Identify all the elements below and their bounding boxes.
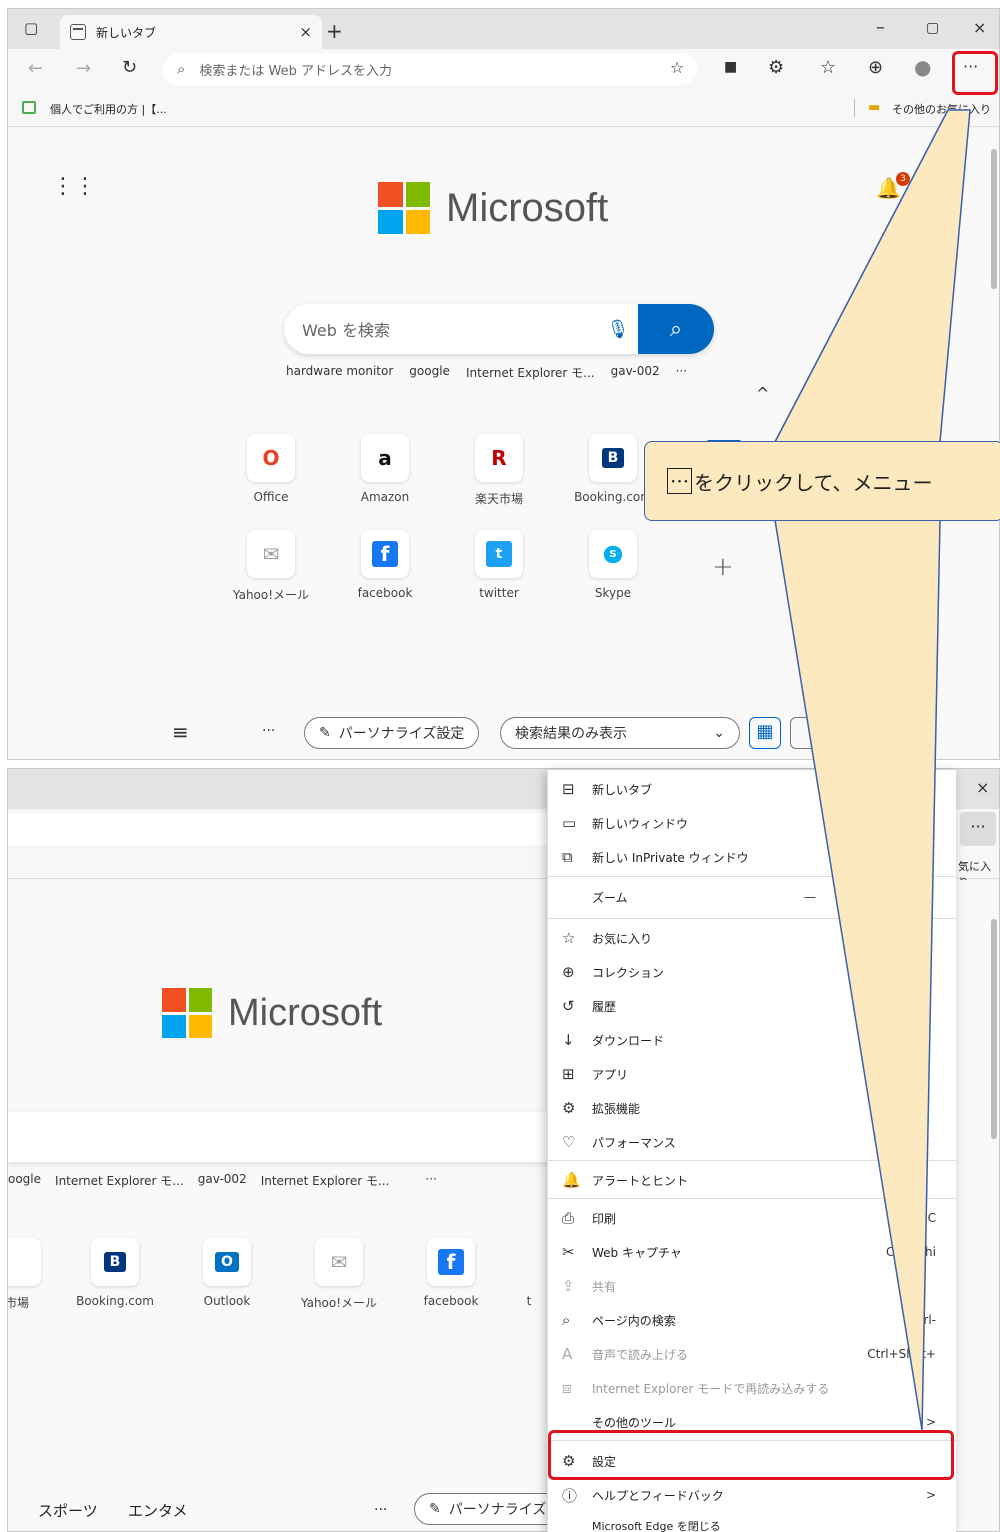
callout-text: をクリックして、メニュー xyxy=(694,470,933,495)
more-button-highlight xyxy=(952,51,998,95)
settings-highlight xyxy=(548,1430,954,1480)
callout-dots: ··· xyxy=(667,468,693,494)
callout-pointer-down xyxy=(774,519,941,1431)
callout-pointer xyxy=(773,109,971,1431)
callout-pointer-up-edge xyxy=(773,109,971,443)
instruction-callout: ··· をクリックして、メニュー xyxy=(644,441,1000,521)
